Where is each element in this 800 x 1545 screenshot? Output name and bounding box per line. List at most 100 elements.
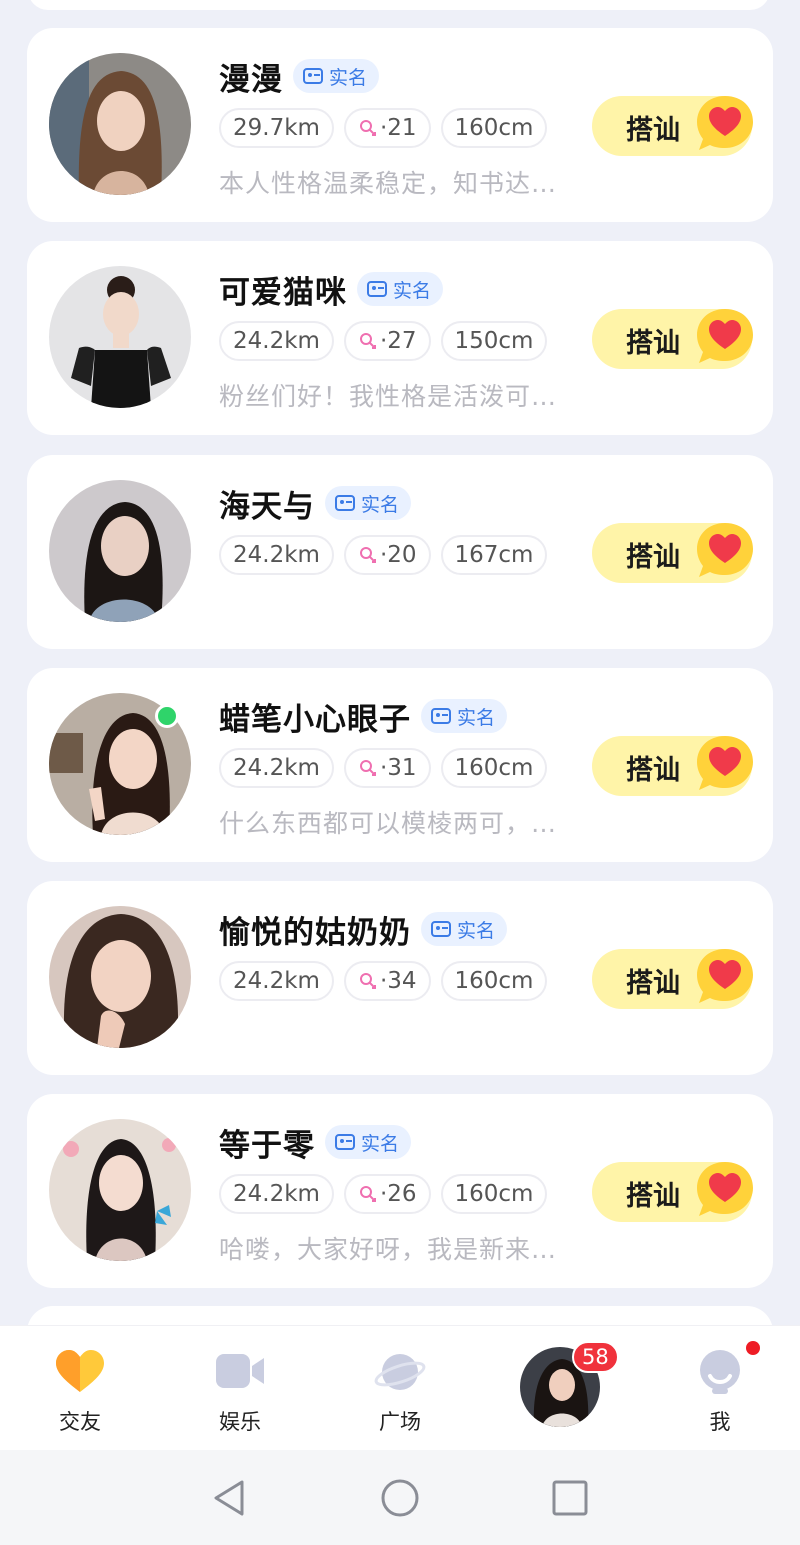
tab-label: 交友 (59, 1410, 101, 1434)
distance-tag: 24.2km (219, 535, 334, 575)
user-card[interactable]: 漫漫 实名 29.7km ·21 160cm 本人性格温柔稳定，知书达… 搭讪 (27, 28, 773, 222)
heart-bubble-icon (697, 1162, 753, 1216)
distance-tag: 24.2km (219, 961, 334, 1001)
chat-button[interactable]: 搭讪 (592, 736, 753, 796)
previous-card-edge (28, 0, 770, 10)
chat-button-label: 搭讪 (626, 1181, 680, 1212)
female-icon (359, 1186, 376, 1202)
id-card-icon (431, 921, 451, 937)
user-bio: 本人性格温柔稳定，知书达… (219, 169, 558, 198)
height-tag: 167cm (440, 535, 548, 575)
back-icon[interactable] (210, 1478, 250, 1518)
distance-tag: 24.2km (219, 748, 334, 788)
user-name: 愉悦的姑奶奶 (219, 914, 411, 951)
verified-label: 实名 (361, 493, 400, 516)
user-tags: 24.2km ·27 150cm (219, 321, 548, 361)
user-card[interactable]: 蜡笔小心眼子 实名 24.2km ·31 160cm 什么东西都可以模棱两可，…… (27, 668, 773, 862)
age-tag: ·20 (343, 535, 431, 575)
distance-tag: 24.2km (219, 1174, 334, 1214)
user-name: 可爱猫咪 (219, 274, 347, 311)
tab-label: 娱乐 (219, 1410, 261, 1434)
age-tag: ·27 (343, 321, 431, 361)
chat-button-label: 搭讪 (626, 542, 680, 573)
user-card[interactable]: 等于零 实名 24.2km ·26 160cm 哈喽，大家好呀，我是新来… 搭讪 (27, 1094, 773, 1288)
avatar[interactable] (49, 266, 191, 408)
online-status-dot (155, 704, 179, 728)
name-row: 等于零 实名 (219, 1122, 412, 1164)
chat-button[interactable]: 搭讪 (592, 309, 753, 369)
age-value: ·20 (379, 542, 417, 568)
bottom-tab-bar: 交友 娱乐 广场 58 我 (0, 1325, 800, 1450)
avatar[interactable] (49, 53, 191, 195)
profile-icon (700, 1350, 740, 1394)
id-card-icon (335, 1134, 355, 1150)
heart-bubble-icon (697, 96, 753, 150)
name-row: 蜡笔小心眼子 实名 (219, 696, 508, 738)
user-card[interactable]: 可爱猫咪 实名 24.2km ·27 150cm 粉丝们好！我性格是活泼可… 搭… (27, 241, 773, 435)
user-name: 等于零 (219, 1127, 315, 1164)
chat-button[interactable]: 搭讪 (592, 1162, 753, 1222)
height-tag: 160cm (440, 1174, 548, 1214)
tab-friends[interactable]: 交友 (20, 1326, 140, 1451)
avatar[interactable] (49, 480, 191, 622)
verified-label: 实名 (393, 279, 432, 302)
chat-button[interactable]: 搭讪 (592, 523, 753, 583)
chat-button[interactable]: 搭讪 (592, 949, 753, 1009)
verified-badge: 实名 (293, 59, 380, 93)
tab-square[interactable]: 广场 (340, 1326, 460, 1451)
unread-badge: 58 (572, 1341, 619, 1373)
home-icon[interactable] (380, 1478, 420, 1518)
verified-badge: 实名 (421, 912, 508, 946)
female-icon (359, 760, 376, 776)
tab-label: 我 (709, 1410, 731, 1434)
age-value: ·21 (379, 115, 417, 141)
verified-badge: 实名 (357, 272, 444, 306)
avatar[interactable] (49, 906, 191, 1048)
chat-button-label: 搭讪 (626, 115, 680, 146)
height-tag: 150cm (440, 321, 548, 361)
recents-icon[interactable] (550, 1478, 590, 1518)
id-card-icon (431, 708, 451, 724)
name-row: 可爱猫咪 实名 (219, 269, 444, 311)
distance-tag: 29.7km (219, 108, 334, 148)
heart-bubble-icon (697, 949, 753, 1003)
age-value: ·27 (379, 328, 417, 354)
age-value: ·31 (379, 755, 417, 781)
verified-label: 实名 (457, 919, 496, 942)
tab-label: 广场 (379, 1410, 421, 1434)
verified-label: 实名 (457, 706, 496, 729)
user-tags: 29.7km ·21 160cm (219, 108, 548, 148)
age-tag: ·31 (343, 748, 431, 788)
user-name: 蜡笔小心眼子 (219, 701, 411, 738)
user-card[interactable]: 愉悦的姑奶奶 实名 24.2km ·34 160cm 搭讪 (27, 881, 773, 1075)
female-icon (359, 973, 376, 989)
planet-icon (374, 1354, 426, 1390)
female-icon (359, 120, 376, 136)
tab-entertainment[interactable]: 娱乐 (180, 1326, 300, 1451)
heart-bubble-icon (697, 736, 753, 790)
id-card-icon (303, 68, 323, 84)
user-bio: 哈喽，大家好呀，我是新来… (219, 1235, 558, 1264)
tab-me[interactable]: 我 (660, 1326, 780, 1451)
chat-button[interactable]: 搭讪 (592, 96, 753, 156)
video-camera-icon (216, 1354, 264, 1388)
height-tag: 160cm (440, 108, 548, 148)
avatar-image (49, 53, 191, 195)
avatar-image (49, 906, 191, 1048)
heart-icon (56, 1350, 104, 1392)
female-icon (359, 333, 376, 349)
user-name: 海天与 (219, 488, 315, 525)
tab-messages[interactable]: 58 (500, 1326, 620, 1451)
verified-badge: 实名 (421, 699, 508, 733)
chat-button-label: 搭讪 (626, 755, 680, 786)
id-card-icon (367, 281, 387, 297)
verified-badge: 实名 (325, 486, 412, 520)
avatar[interactable] (49, 1119, 191, 1261)
user-card[interactable]: 海天与 实名 24.2km ·20 167cm 搭讪 (27, 455, 773, 649)
avatar-image (49, 480, 191, 622)
chat-button-label: 搭讪 (626, 328, 680, 359)
id-card-icon (335, 495, 355, 511)
verified-badge: 实名 (325, 1125, 412, 1159)
heart-bubble-icon (697, 523, 753, 577)
age-tag: ·34 (343, 961, 431, 1001)
